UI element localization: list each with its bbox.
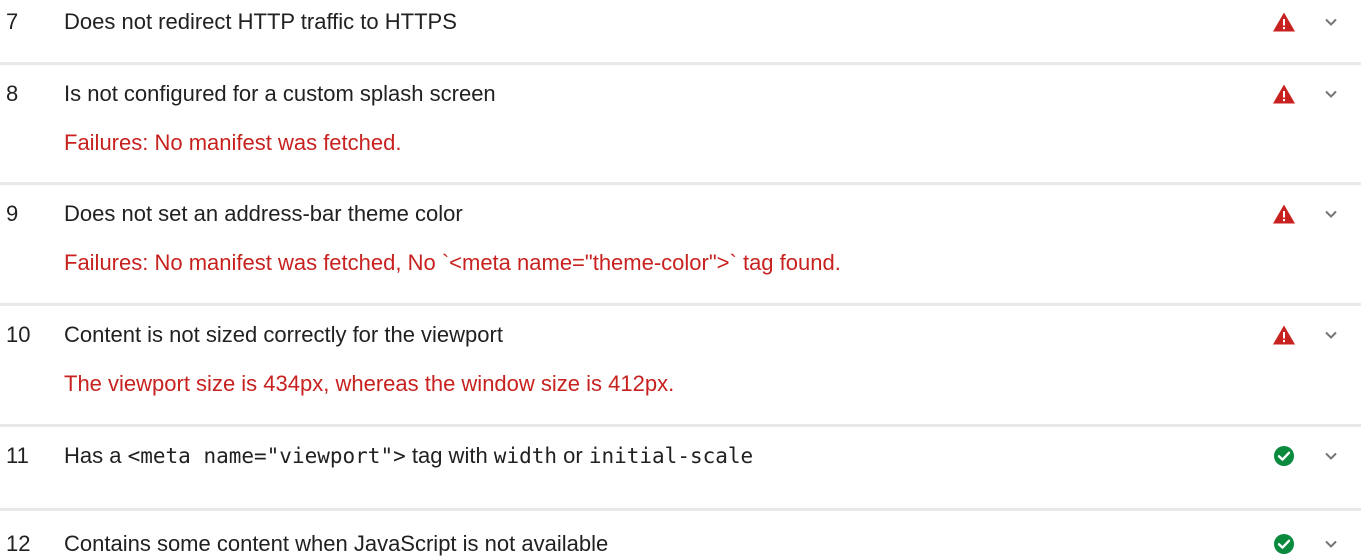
audit-summary[interactable]: 7 Does not redirect HTTP traffic to HTTPS	[0, 10, 1361, 34]
row-divider	[0, 182, 1361, 185]
row-divider	[0, 62, 1361, 65]
warning-triangle-icon	[1273, 12, 1295, 32]
audit-summary[interactable]: 10 Content is not sized correctly for the…	[0, 323, 1361, 347]
warning-triangle-icon	[1273, 204, 1295, 224]
audit-index: 8	[6, 81, 19, 106]
audit-details: The viewport size is 434px, whereas the …	[64, 371, 675, 396]
chevron-down-icon[interactable]	[1322, 205, 1340, 223]
audit-title: Contains some content when JavaScript is…	[64, 531, 609, 556]
audit-details: Failures: No manifest was fetched.	[64, 130, 402, 155]
audit-index: 10	[6, 322, 31, 347]
audit-item-10[interactable]: 10 Content is not sized correctly for the…	[0, 303, 1361, 424]
audit-summary[interactable]: 8 Is not configured for a custom splash s…	[0, 82, 1361, 106]
audit-title-code: width	[493, 444, 558, 468]
audit-title: Is not configured for a custom splash sc…	[64, 81, 496, 106]
warning-triangle-icon	[1273, 325, 1295, 345]
row-divider	[0, 508, 1361, 511]
audit-title: Has a <meta name="viewport"> tag with wi…	[64, 443, 754, 469]
audit-title: Content is not sized correctly for the v…	[64, 322, 503, 347]
audit-title-code: <meta name="viewport">	[127, 444, 406, 468]
audit-index: 11	[6, 443, 29, 468]
audit-item-8[interactable]: 8 Is not configured for a custom splash s…	[0, 62, 1361, 182]
audit-index: 9	[6, 201, 19, 226]
chevron-down-icon[interactable]	[1322, 13, 1340, 31]
audit-summary[interactable]: 9 Does not set an address-bar theme color	[0, 202, 1361, 226]
audit-title-text: Has a	[64, 443, 128, 468]
row-divider	[0, 303, 1361, 306]
audit-title-text: tag with	[405, 443, 494, 468]
audit-item-12[interactable]: 12 Contains some content when JavaScript …	[0, 508, 1361, 558]
chevron-down-icon[interactable]	[1322, 85, 1340, 103]
audit-summary[interactable]: 12 Contains some content when JavaScript …	[0, 532, 1361, 556]
audit-title-text: or	[557, 443, 589, 468]
audit-title-code: initial-scale	[588, 444, 754, 468]
check-circle-icon	[1274, 534, 1294, 554]
chevron-down-icon[interactable]	[1322, 535, 1340, 553]
audit-index: 7	[6, 9, 19, 34]
audit-details: Failures: No manifest was fetched, No `<…	[64, 250, 841, 275]
audit-summary[interactable]: 11 Has a <meta name="viewport"> tag with …	[0, 444, 1361, 468]
row-divider	[0, 424, 1361, 427]
audit-item-9[interactable]: 9 Does not set an address-bar theme color…	[0, 182, 1361, 303]
chevron-down-icon[interactable]	[1322, 447, 1340, 465]
audit-index: 12	[6, 531, 31, 556]
audit-item-7[interactable]: 7 Does not redirect HTTP traffic to HTTPS	[0, 0, 1361, 62]
chevron-down-icon[interactable]	[1322, 326, 1340, 344]
audit-item-11[interactable]: 11 Has a <meta name="viewport"> tag with …	[0, 424, 1361, 508]
check-circle-icon	[1274, 446, 1294, 466]
audit-title: Does not redirect HTTP traffic to HTTPS	[64, 9, 457, 34]
warning-triangle-icon	[1273, 84, 1295, 104]
audit-title: Does not set an address-bar theme color	[64, 201, 463, 226]
